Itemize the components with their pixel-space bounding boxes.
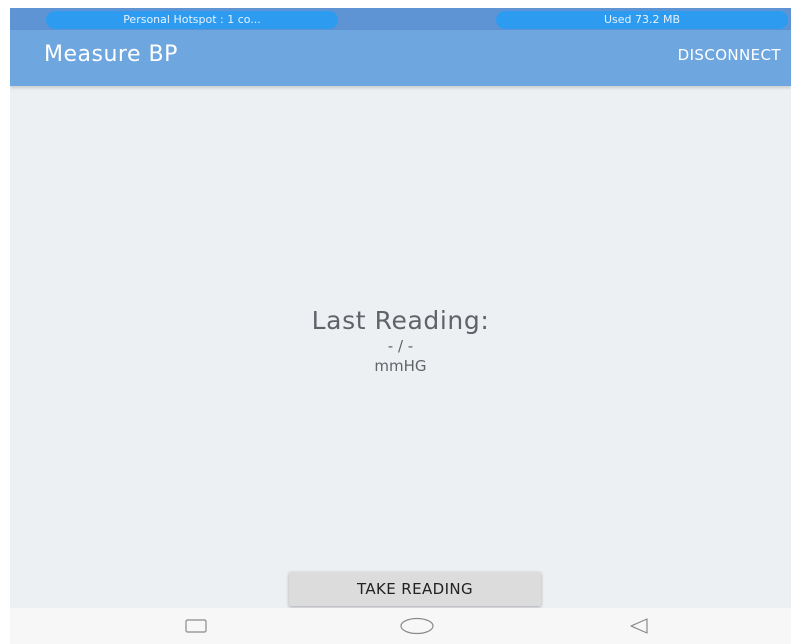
home-icon [400,617,434,635]
system-nav-bar [10,608,791,644]
hotspot-indicator[interactable]: Personal Hotspot : 1 co... [46,11,338,29]
reading-unit: mmHG [374,357,427,375]
reading-display: Last Reading: - / - mmHG [10,306,791,375]
disconnect-button[interactable]: DISCONNECT [678,46,781,64]
app-bar: Measure BP DISCONNECT [10,30,791,86]
recent-apps-button[interactable] [176,614,216,638]
data-usage-indicator[interactable]: Used 73.2 MB [496,11,788,29]
last-reading-label: Last Reading: [311,306,490,335]
take-reading-button[interactable]: TAKE READING [289,572,541,606]
app-screen: Personal Hotspot : 1 co... Used 73.2 MB … [10,8,791,644]
status-bar: Personal Hotspot : 1 co... Used 73.2 MB [10,8,791,30]
recent-apps-icon [185,619,207,633]
home-button[interactable] [397,614,437,638]
reading-value: - / - [387,337,414,355]
page-title: Measure BP [44,42,178,67]
back-button[interactable] [619,614,659,638]
back-icon [630,618,648,634]
